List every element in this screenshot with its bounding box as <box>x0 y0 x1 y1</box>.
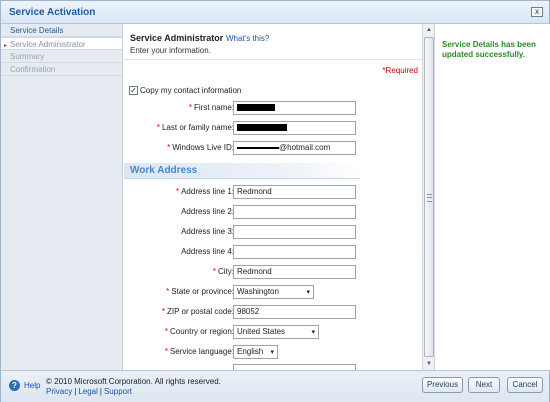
address-line-4-field[interactable] <box>233 245 356 259</box>
state-label: * State or province: <box>166 287 234 296</box>
work-address-section-header: Work Address <box>124 163 360 178</box>
close-icon[interactable]: x <box>531 7 543 17</box>
state-select[interactable]: Washington ▾ <box>233 285 314 299</box>
support-link[interactable]: Support <box>104 387 132 396</box>
last-name-label: * Last or family name: <box>156 123 234 132</box>
sidebar-item-summary: Summary <box>1 50 122 63</box>
language-select[interactable]: English ▾ <box>233 345 278 359</box>
first-name-field[interactable] <box>233 101 356 115</box>
first-name-row: * First name: <box>124 101 422 115</box>
scroll-up-icon[interactable]: ▲ <box>424 25 434 35</box>
scroll-down-icon[interactable]: ▼ <box>424 359 434 369</box>
address-line-1-row: * Address line 1: Redmond <box>124 185 422 199</box>
next-button[interactable]: Next <box>468 377 500 393</box>
footer-bar: ? Help © 2010 Microsoft Corporation. All… <box>1 370 549 402</box>
windows-live-id-label: * Windows Live ID: <box>167 143 234 152</box>
privacy-link[interactable]: Privacy <box>46 387 72 396</box>
help-link[interactable]: Help <box>24 381 40 390</box>
zip-row: * ZIP or postal code: 98052 <box>124 305 422 319</box>
page-subtitle: Enter your information. <box>130 46 211 55</box>
redacted-value <box>237 146 279 149</box>
first-name-label: * First name: <box>188 103 234 112</box>
redacted-value <box>237 104 275 112</box>
form-panel: Service Administrator What's this? Enter… <box>124 24 422 370</box>
page-title: Service Administrator <box>130 33 224 43</box>
copy-contact-checkbox[interactable]: ✓ <box>129 86 138 96</box>
last-name-field[interactable] <box>233 121 356 135</box>
window-title: Service Activation <box>9 7 96 18</box>
address-line-4-label: Address line 4: <box>181 247 234 256</box>
wizard-steps-sidebar: Service Details ▸ Service Administrator S… <box>1 24 123 370</box>
form-scrollbar[interactable]: ▲ ▼ <box>422 24 434 370</box>
divider <box>124 178 360 179</box>
country-label: * Country or region: <box>164 327 234 336</box>
city-row: * City: Redmond <box>124 265 422 279</box>
footer-links: Privacy | Legal | Support <box>46 387 132 396</box>
address-line-2-row: Address line 2: <box>124 205 422 219</box>
sidebar-item-confirmation: Confirmation <box>1 63 122 76</box>
sidebar-item-label: Summary <box>10 52 45 61</box>
windows-live-id-row: * Windows Live ID: @hotmail.com <box>124 141 422 155</box>
sidebar-item-label: Service Details <box>10 26 64 35</box>
service-activation-window: Service Activation x Service Details ▸ Se… <box>0 0 550 402</box>
country-select[interactable]: United States ▾ <box>233 325 319 339</box>
copy-contact-row: ✓ Copy my contact information <box>129 86 242 96</box>
help-icon[interactable]: ? <box>9 380 20 391</box>
address-line-3-field[interactable] <box>233 225 356 239</box>
last-name-row: * Last or family name: <box>124 121 422 135</box>
address-line-1-label: * Address line 1: <box>175 187 234 196</box>
address-line-4-row: Address line 4: <box>124 245 422 259</box>
city-field[interactable]: Redmond <box>233 265 356 279</box>
sidebar-item-service-details[interactable]: Service Details <box>1 24 122 37</box>
title-bar: Service Activation x <box>1 1 549 24</box>
sidebar-item-label: Confirmation <box>10 65 56 74</box>
address-line-2-label: Address line 2: <box>181 207 234 216</box>
previous-button[interactable]: Previous <box>422 377 463 393</box>
chevron-down-icon: ▾ <box>306 289 310 296</box>
sidebar-item-service-administrator: ▸ Service Administrator <box>1 37 122 50</box>
redacted-value <box>237 124 287 132</box>
zip-field[interactable]: 98052 <box>233 305 356 319</box>
windows-live-id-field[interactable]: @hotmail.com <box>233 141 356 155</box>
required-note: *Required <box>382 66 418 75</box>
country-row: * Country or region: United States ▾ <box>124 325 422 339</box>
state-row: * State or province: Washington ▾ <box>124 285 422 299</box>
copyright-text: © 2010 Microsoft Corporation. All rights… <box>46 377 221 386</box>
zip-label: * ZIP or postal code: <box>161 307 234 316</box>
section-title: Work Address <box>130 165 198 176</box>
city-label: * City: <box>212 267 234 276</box>
success-message: Service Details has been updated success… <box>442 40 536 59</box>
sidebar-item-label: Service Administrator <box>10 40 86 49</box>
divider <box>124 59 422 60</box>
address-line-2-field[interactable] <box>233 205 356 219</box>
legal-link[interactable]: Legal <box>78 387 98 396</box>
address-line-3-row: Address line 3: <box>124 225 422 239</box>
language-row: * Service language: English ▾ <box>124 345 422 359</box>
cancel-button[interactable]: Cancel <box>507 377 543 393</box>
copy-contact-label: Copy my contact information <box>140 86 242 95</box>
chevron-down-icon: ▾ <box>311 329 315 336</box>
status-panel: Service Details has been updated success… <box>434 24 550 370</box>
scrollbar-thumb[interactable] <box>424 37 434 357</box>
grip-icon <box>427 194 432 202</box>
language-label: * Service language: <box>164 347 234 356</box>
whats-this-link[interactable]: What's this? <box>226 34 269 43</box>
address-line-1-field[interactable]: Redmond <box>233 185 356 199</box>
address-line-3-label: Address line 3: <box>181 227 234 236</box>
chevron-down-icon: ▾ <box>270 349 274 356</box>
